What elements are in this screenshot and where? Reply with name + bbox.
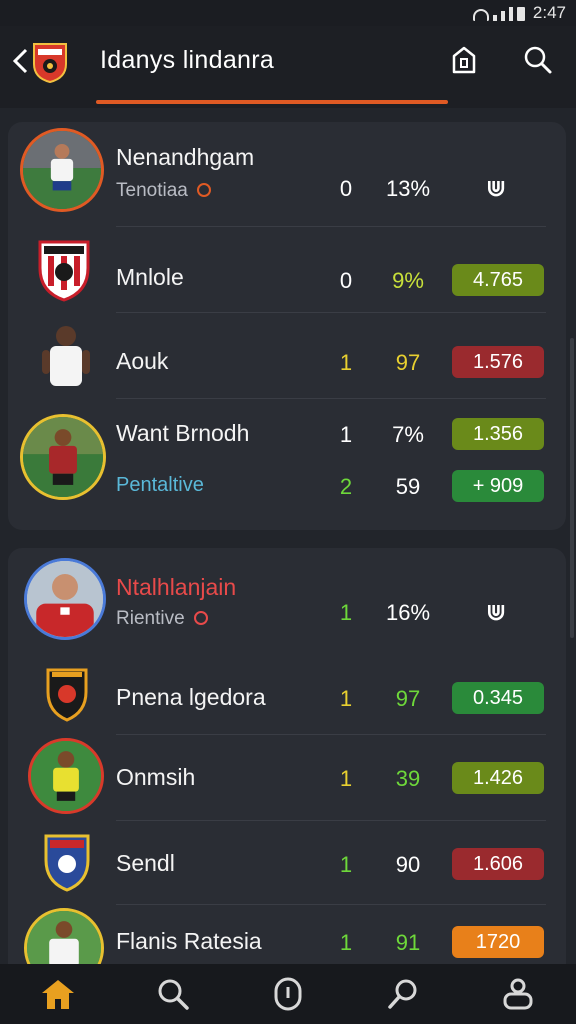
status-time: 2:47 — [532, 3, 566, 22]
player-name: Aouk — [116, 348, 169, 374]
scrollbar[interactable] — [570, 338, 574, 638]
player-name: Want Brnodh — [116, 420, 250, 446]
score-pill[interactable]: 1.426 — [452, 762, 544, 794]
stat-a: 1 — [339, 350, 353, 375]
wifi-icon — [472, 9, 489, 21]
stat-b: 16% — [385, 600, 431, 625]
stat-a: 0 — [339, 176, 353, 201]
list-item[interactable]: Onmsih 1 39 1.426 — [8, 734, 566, 820]
nav-explore[interactable] — [381, 972, 425, 1016]
list-item[interactable]: Nenandhgam Tenotiaa 0 13% ⋓ — [8, 122, 566, 218]
player-role: Pentaltive — [116, 474, 204, 496]
battery-icon — [516, 7, 525, 21]
player-photo — [42, 326, 90, 386]
player-avatar — [20, 414, 106, 500]
list-item[interactable]: Mnlole 0 9% 4.765 — [8, 226, 566, 312]
player-role: Tenotiaa — [116, 180, 212, 202]
badge-icon — [197, 183, 212, 197]
player-list[interactable]: Nenandhgam Tenotiaa 0 13% ⋓ Mnlole 0 9% — [0, 108, 576, 964]
player-name: Pnena lgedora — [116, 684, 266, 710]
stat-a: 1 — [339, 422, 353, 447]
stat-b: 97 — [395, 686, 421, 711]
club-crest-icon — [46, 668, 88, 722]
player-name: Ntalhlanjain — [116, 574, 237, 600]
score-pill[interactable]: + 909 — [452, 470, 544, 502]
stat-b: 91 — [395, 930, 421, 955]
list-item[interactable]: Aouk 1 97 1.576 — [8, 312, 566, 398]
shield-icon — [274, 977, 302, 1011]
search-icon[interactable] — [520, 42, 556, 78]
score-pill[interactable]: 1.576 — [452, 346, 544, 378]
signal-bar-icon — [492, 15, 497, 21]
stat-a: 1 — [339, 600, 353, 625]
player-photo — [27, 561, 103, 637]
badge-icon — [193, 611, 208, 625]
nav-shield[interactable] — [266, 972, 310, 1016]
player-name: Sendl — [116, 850, 175, 876]
status-bar: 2:47 — [0, 0, 576, 26]
nav-search[interactable] — [151, 972, 195, 1016]
player-avatar — [28, 738, 104, 814]
player-name: Onmsih — [116, 764, 196, 790]
stat-a: 1 — [339, 766, 353, 791]
stat-a: 1 — [339, 686, 353, 711]
page-title: Idanys lindanra — [100, 46, 275, 74]
stat-a: 0 — [339, 268, 353, 293]
player-role: Rientive — [116, 608, 208, 630]
active-tab-indicator — [96, 100, 448, 104]
player-avatar — [24, 908, 104, 964]
player-photo — [23, 417, 103, 497]
player-avatar — [24, 558, 106, 640]
explore-icon — [388, 979, 417, 1009]
u-icon[interactable]: ⋓ — [486, 174, 506, 203]
home-icon — [41, 980, 74, 1009]
score-pill[interactable]: 1.356 — [452, 418, 544, 450]
signal-bar-icon — [500, 11, 505, 21]
stat-b: 97 — [395, 350, 421, 375]
team-crest-logo — [33, 43, 67, 84]
list-item[interactable]: Flanis Ratesia 1 91 1720 — [8, 904, 566, 964]
club-crest-icon — [44, 834, 90, 892]
score-pill[interactable]: 0.345 — [452, 682, 544, 714]
share-icon[interactable] — [446, 42, 482, 78]
stat-a: 2 — [339, 474, 353, 499]
list-item[interactable]: Ntalhlanjain Rientive 1 16% ⋓ — [8, 548, 566, 652]
score-pill[interactable]: 1720 — [452, 926, 544, 958]
player-name: Nenandhgam — [116, 144, 255, 170]
score-pill[interactable]: 1.606 — [452, 848, 544, 880]
player-name: Mnlole — [116, 264, 184, 290]
signal-icons — [472, 5, 525, 21]
group-card: Nenandhgam Tenotiaa 0 13% ⋓ Mnlole 0 9% — [8, 122, 566, 530]
signal-bar-icon — [508, 7, 513, 21]
player-photo — [31, 741, 101, 811]
stat-b: 90 — [395, 852, 421, 877]
bottom-navigation — [0, 964, 576, 1024]
player-avatar — [20, 128, 104, 212]
nav-profile[interactable] — [496, 972, 540, 1016]
u-icon[interactable]: ⋓ — [486, 598, 506, 627]
stat-a: 1 — [339, 930, 353, 955]
player-photo — [23, 131, 101, 209]
list-item[interactable]: Pnena lgedora 1 97 0.345 — [8, 652, 566, 736]
score-pill[interactable]: 4.765 — [452, 264, 544, 296]
app-header: Idanys lindanra — [0, 26, 576, 108]
club-crest-icon — [38, 240, 90, 302]
stat-b: 9% — [392, 268, 424, 293]
search-icon — [158, 979, 189, 1010]
stat-b: 13% — [385, 176, 431, 201]
stat-a: 1 — [339, 852, 353, 877]
nav-home[interactable] — [36, 972, 80, 1016]
player-photo — [27, 911, 101, 964]
list-item[interactable]: Want Brnodh 1 7% 1.356 Pentaltive 2 59 +… — [8, 398, 566, 528]
stat-b: 7% — [392, 422, 424, 447]
stat-b: 59 — [395, 474, 421, 499]
group-card: Ntalhlanjain Rientive 1 16% ⋓ Pnena lged… — [8, 548, 566, 964]
player-name: Flanis Ratesia — [116, 928, 262, 954]
stat-b: 39 — [395, 766, 421, 791]
profile-icon — [503, 978, 533, 1010]
list-item[interactable]: Sendl 1 90 1.606 — [8, 820, 566, 904]
